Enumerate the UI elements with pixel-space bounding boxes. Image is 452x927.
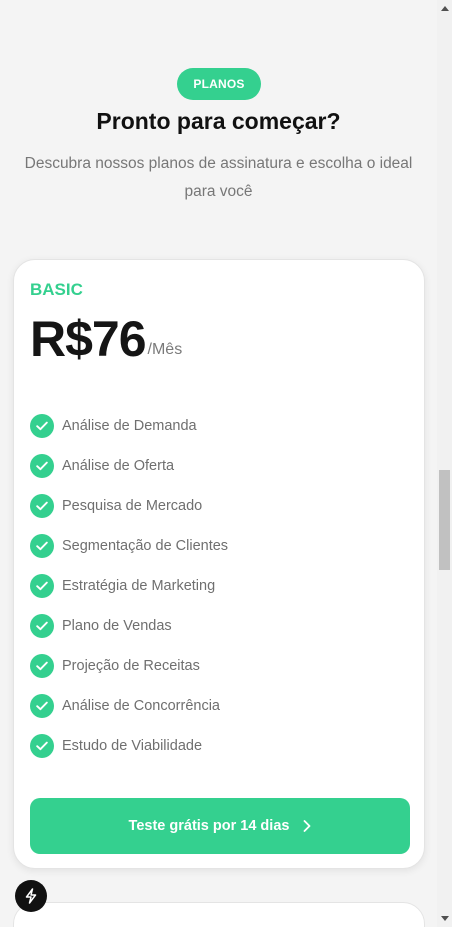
lightning-bolt-icon[interactable] (15, 880, 47, 912)
free-trial-button[interactable]: Teste grátis por 14 dias (30, 798, 410, 854)
check-circle-icon (30, 654, 54, 678)
scrollbar-thumb[interactable] (439, 470, 450, 570)
scroll-down-arrow-icon[interactable] (437, 910, 452, 927)
check-circle-icon (30, 494, 54, 518)
pricing-card-next (13, 902, 425, 927)
feature-item: Estudo de Viabilidade (30, 726, 228, 766)
feature-label: Segmentação de Clientes (62, 538, 229, 554)
page: PLANOS Pronto para começar? Descubra nos… (0, 0, 437, 927)
section-title: Pronto para começar? (96, 108, 341, 134)
feature-label: Projeção de Receitas (62, 658, 200, 674)
free-trial-button-label: Teste grátis por 14 dias (128, 818, 290, 834)
feature-item: Análise de Concorrência (30, 686, 228, 726)
feature-label: Pesquisa de Mercado (62, 498, 203, 514)
feature-item: Pesquisa de Mercado (30, 486, 228, 526)
check-circle-icon (30, 734, 54, 758)
feature-label: Estratégia de Marketing (62, 578, 216, 594)
feature-label: Plano de Vendas (62, 618, 172, 634)
feature-label: Análise de Oferta (62, 458, 175, 474)
plan-period: /Mês (147, 341, 183, 358)
feature-item: Estratégia de Marketing (30, 566, 228, 606)
plan-price: R$76 (30, 311, 147, 367)
check-circle-icon (30, 414, 54, 438)
section-subtitle: Descubra nossos planos de assinatura e e… (24, 155, 413, 200)
check-circle-icon (30, 614, 54, 638)
feature-item: Análise de Oferta (30, 446, 228, 486)
check-circle-icon (30, 694, 54, 718)
scroll-up-arrow-icon[interactable] (437, 0, 452, 17)
feature-list: Análise de Demanda Análise de Oferta Pesqu… (30, 406, 228, 766)
feature-item: Plano de Vendas (30, 606, 228, 646)
price-row: R$76 /Mês (30, 310, 182, 368)
feature-item: Segmentação de Clientes (30, 526, 228, 566)
chevron-right-icon (303, 820, 311, 832)
feature-label: Análise de Demanda (62, 418, 197, 434)
pricing-card-basic: BASIC R$76 /Mês Análise de Demanda Anális… (13, 259, 425, 869)
feature-item: Análise de Demanda (30, 406, 228, 446)
scrollbar[interactable] (437, 0, 452, 927)
check-circle-icon (30, 534, 54, 558)
plan-name: BASIC (30, 280, 83, 299)
check-circle-icon (30, 454, 54, 478)
feature-item: Projeção de Receitas (30, 646, 228, 686)
feature-label: Estudo de Viabilidade (62, 738, 203, 754)
check-circle-icon (30, 574, 54, 598)
feature-label: Análise de Concorrência (62, 698, 220, 714)
plans-badge: PLANOS (177, 68, 261, 100)
